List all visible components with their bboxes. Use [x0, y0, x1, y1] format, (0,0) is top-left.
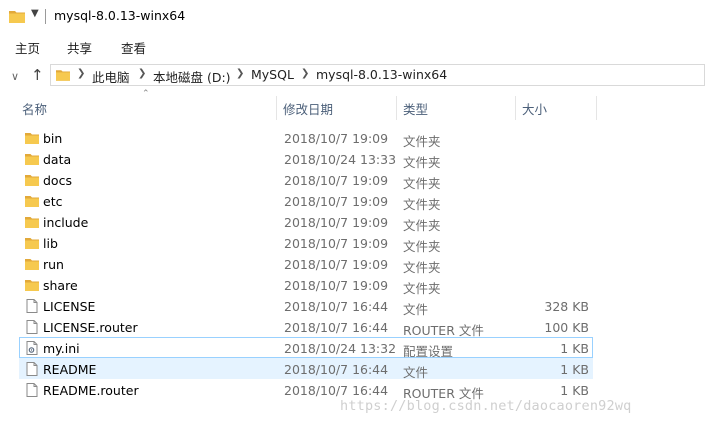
- file-name: lib: [43, 236, 58, 251]
- file-name: run: [43, 257, 64, 272]
- file-name: my.ini: [43, 341, 80, 356]
- breadcrumb-local-disk[interactable]: 本地磁盘 (D:): [153, 67, 231, 86]
- tab-share[interactable]: 共享: [67, 38, 92, 57]
- column-header-type[interactable]: 类型: [403, 99, 428, 118]
- file-name: share: [43, 278, 78, 293]
- chevron-right-icon[interactable]: ❯: [301, 68, 309, 79]
- chevron-right-icon[interactable]: ❯: [236, 68, 244, 79]
- file-row[interactable]: etc 2018/10/7 19:09 文件夹: [19, 190, 593, 212]
- file-date: 2018/10/24 13:32: [284, 341, 397, 356]
- quick-access-dropdown-icon[interactable]: ▼: [31, 8, 39, 19]
- column-header-size[interactable]: 大小: [522, 99, 547, 118]
- file-name: bin: [43, 131, 63, 146]
- file-name: README.router: [43, 383, 139, 398]
- file-row[interactable]: data 2018/10/24 13:33 文件夹: [19, 148, 593, 170]
- folder-icon: [24, 151, 40, 167]
- breadcrumb-mysql[interactable]: MySQL: [251, 67, 294, 82]
- folder-icon: [24, 214, 40, 230]
- file-name: include: [43, 215, 89, 230]
- file-name: LICENSE.router: [43, 320, 138, 335]
- folder-icon: [24, 130, 40, 146]
- watermark: https://blog.csdn.net/daocaoren92wq: [340, 398, 632, 414]
- file-name: data: [43, 152, 72, 167]
- title-bar: ▼ mysql-8.0.13-winx64: [0, 0, 709, 32]
- file-date: 2018/10/7 19:09: [284, 257, 389, 272]
- breadcrumb-this-pc[interactable]: 此电脑: [92, 67, 130, 86]
- file-name: README: [43, 362, 97, 377]
- file-row[interactable]: lib 2018/10/7 19:09 文件夹: [19, 232, 593, 254]
- tab-view[interactable]: 查看: [121, 38, 146, 57]
- file-row[interactable]: include 2018/10/7 19:09 文件夹: [19, 211, 593, 233]
- file-row[interactable]: LICENSE.router 2018/10/7 16:44 ROUTER 文件 10…: [19, 316, 593, 338]
- file-name: etc: [43, 194, 63, 209]
- chevron-down-icon[interactable]: ∨: [11, 70, 19, 83]
- file-name: docs: [43, 173, 72, 188]
- column-divider[interactable]: [276, 96, 277, 120]
- file-row[interactable]: share 2018/10/7 19:09 文件夹: [19, 274, 593, 296]
- column-divider[interactable]: [596, 96, 597, 120]
- file-size: 328 KB: [544, 299, 589, 314]
- file-date: 2018/10/7 19:09: [284, 194, 389, 209]
- file-row[interactable]: README.router 2018/10/7 16:44 ROUTER 文件 1 K…: [19, 379, 593, 401]
- file-date: 2018/10/7 19:09: [284, 278, 389, 293]
- file-size: 100 KB: [544, 320, 589, 335]
- column-header-date[interactable]: 修改日期: [283, 99, 333, 118]
- folder-icon: [9, 11, 25, 23]
- up-arrow-icon[interactable]: ↑: [31, 66, 44, 84]
- chevron-right-icon[interactable]: ❯: [138, 68, 146, 79]
- file-date: 2018/10/7 16:44: [284, 362, 389, 377]
- file-date: 2018/10/7 16:44: [284, 299, 389, 314]
- file-date: 2018/10/24 13:33: [284, 152, 397, 167]
- file-date: 2018/10/7 19:09: [284, 236, 389, 251]
- file-date: 2018/10/7 19:09: [284, 215, 389, 230]
- file-icon: [24, 361, 40, 377]
- folder-icon: [24, 235, 40, 251]
- file-icon: [24, 298, 40, 314]
- title-divider: [45, 9, 46, 24]
- file-name: LICENSE: [43, 299, 96, 314]
- settings-file-icon: [24, 340, 40, 356]
- ribbon-tabs: 主页 共享 查看: [0, 32, 709, 63]
- file-date: 2018/10/7 16:44: [284, 320, 389, 335]
- file-icon: [24, 319, 40, 335]
- folder-icon: [24, 277, 40, 293]
- file-row[interactable]: docs 2018/10/7 19:09 文件夹: [19, 169, 593, 191]
- file-icon: [24, 382, 40, 398]
- folder-icon: [24, 193, 40, 209]
- tab-home[interactable]: 主页: [15, 38, 40, 57]
- file-row[interactable]: LICENSE 2018/10/7 16:44 文件 328 KB: [19, 295, 593, 317]
- file-row[interactable]: my.ini 2018/10/24 13:32 配置设置 1 KB: [19, 337, 593, 359]
- sort-ascending-icon: ⌃: [142, 89, 150, 99]
- breadcrumb-current-folder[interactable]: mysql-8.0.13-winx64: [316, 67, 447, 82]
- file-date: 2018/10/7 19:09: [284, 173, 389, 188]
- file-date: 2018/10/7 19:09: [284, 131, 389, 146]
- file-size: 1 KB: [560, 362, 589, 377]
- file-row[interactable]: bin 2018/10/7 19:09 文件夹: [19, 127, 593, 149]
- file-row[interactable]: run 2018/10/7 19:09 文件夹: [19, 253, 593, 275]
- file-row[interactable]: README 2018/10/7 16:44 文件 1 KB: [19, 358, 593, 380]
- column-divider[interactable]: [515, 96, 516, 120]
- folder-icon: [56, 70, 70, 81]
- folder-icon: [24, 256, 40, 272]
- file-size: 1 KB: [560, 341, 589, 356]
- file-date: 2018/10/7 16:44: [284, 383, 389, 398]
- chevron-right-icon[interactable]: ❯: [77, 68, 85, 79]
- column-divider[interactable]: [396, 96, 397, 120]
- folder-icon: [24, 172, 40, 188]
- file-size: 1 KB: [560, 383, 589, 398]
- column-header-name[interactable]: 名称: [22, 99, 47, 118]
- window-title: mysql-8.0.13-winx64: [54, 8, 186, 23]
